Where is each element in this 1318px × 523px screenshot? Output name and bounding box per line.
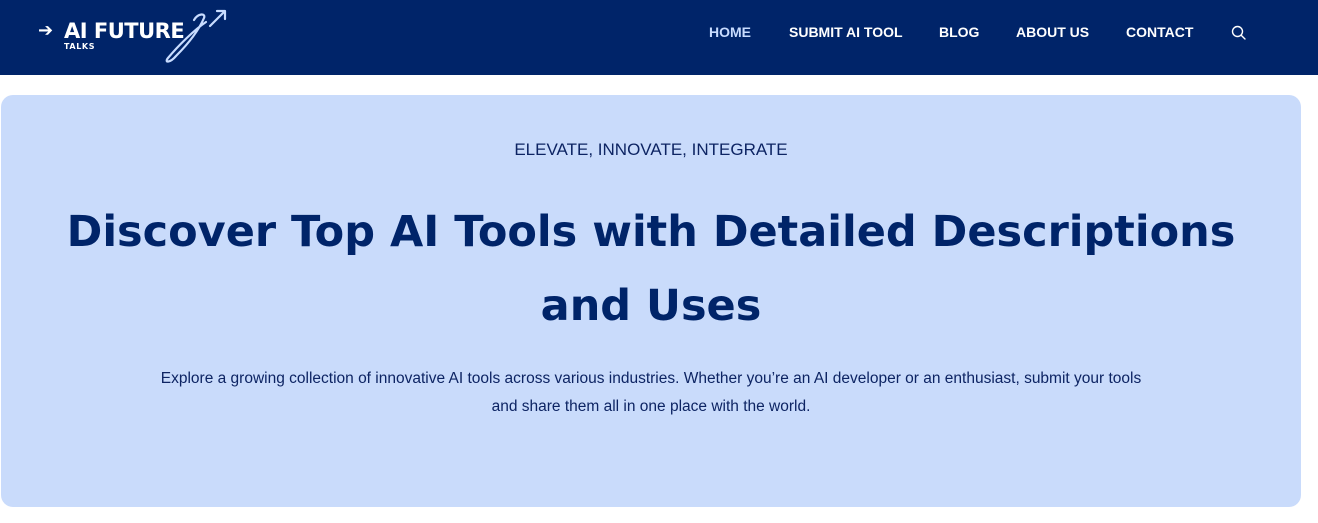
logo-arrow-icon: ➔ xyxy=(38,20,54,41)
site-header: ➔ AI FUTURE TALKS HOME SUBMIT AI TOOL BL… xyxy=(0,0,1318,75)
hero-description-line1: Explore a growing collection of innovati… xyxy=(160,370,1142,387)
hero-description-line2: and share them all in one place with the… xyxy=(491,398,811,415)
hero-headline: Discover Top AI Tools with Detailed Desc… xyxy=(1,195,1301,343)
nav-blog[interactable]: BLOG xyxy=(939,24,979,40)
nav-submit-ai-tool[interactable]: SUBMIT AI TOOL xyxy=(789,24,903,40)
hero-eyebrow: ELEVATE, INNOVATE, INTEGRATE xyxy=(514,140,788,159)
search-icon[interactable] xyxy=(1230,24,1248,42)
logo-swoosh-icon xyxy=(165,9,227,63)
nav-contact[interactable]: CONTACT xyxy=(1126,24,1193,40)
hero-headline-line2: and Uses xyxy=(540,281,762,331)
nav-about-us[interactable]: ABOUT US xyxy=(1016,24,1089,40)
site-logo[interactable]: ➔ AI FUTURE TALKS xyxy=(36,8,236,66)
logo-tagline: TALKS xyxy=(64,42,96,51)
hero-description: Explore a growing collection of innovati… xyxy=(101,365,1201,421)
nav-home[interactable]: HOME xyxy=(709,24,751,40)
hero-headline-line1: Discover Top AI Tools with Detailed Desc… xyxy=(66,207,1236,257)
hero-section: ELEVATE, INNOVATE, INTEGRATE Discover To… xyxy=(1,95,1301,507)
